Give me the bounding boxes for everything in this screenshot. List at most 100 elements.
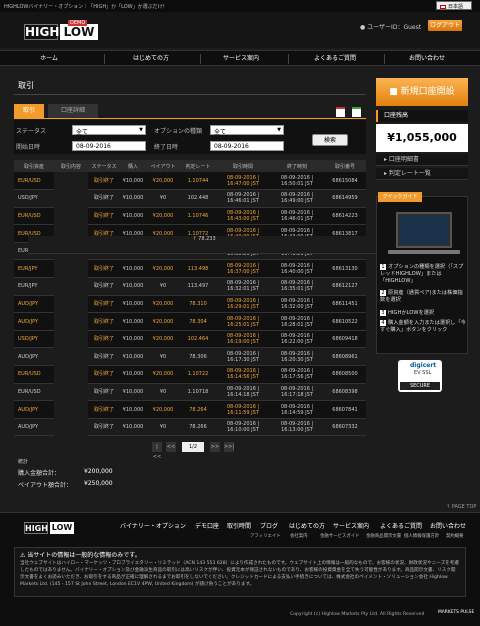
table-row[interactable]: AUD/JPY↑ 78.264取引終了¥10,000¥20,00078.2640… <box>14 236 380 419</box>
footer-logo[interactable]: HIGH LOW <box>24 522 74 536</box>
table-cell-trade-id: 68612127 <box>324 277 366 296</box>
option-type-select[interactable]: 全て ▼ <box>210 125 284 136</box>
footer-sublink-contract[interactable]: 契約概要 <box>446 533 464 539</box>
footer-link-binary[interactable]: バイナリー・オプション <box>120 521 186 530</box>
nav-contact[interactable]: お問い合わせ <box>386 51 468 67</box>
digicert-label: digicert <box>410 362 437 369</box>
col-trade-id[interactable]: 取引番号 <box>324 160 366 172</box>
tab-account-details[interactable]: 口座詳細 <box>48 104 98 118</box>
start-date-input[interactable]: 08-09-2016 <box>72 141 146 151</box>
nav-home[interactable]: ホーム <box>12 51 86 67</box>
table-row[interactable]: AUD/JPY ↑ 78.233 取引終了 ¥10,000 ¥0 78.266 08-09-… <box>14 236 380 437</box>
footer-sublink-fsg[interactable]: 金融サービスガイド <box>320 533 360 539</box>
table-cell-end-time: 08-09-2016 | 16:20:30 JST <box>270 347 324 367</box>
col-status[interactable]: ステータス <box>88 160 120 172</box>
table-row[interactable]: EUR/JPY↑ 113.488取引終了¥10,000¥0113.49708-0… <box>14 236 380 296</box>
col-payout[interactable]: ペイアウト <box>146 160 180 172</box>
table-cell-payout: ¥0 <box>146 347 180 367</box>
prev-page-button[interactable]: << <box>166 442 176 452</box>
table-cell-buy: ¥10,000 <box>120 172 146 191</box>
table-row[interactable]: EUR/USD↑ 1.10781取引終了¥10,000¥20,0001.1074… <box>14 207 380 254</box>
footer-sublink-company[interactable]: 会社案内 <box>290 533 308 539</box>
account-balance: ¥1,055,000 <box>376 124 468 152</box>
tab-trades[interactable]: 取引 <box>14 104 44 118</box>
end-date-input[interactable]: 08-09-2016 <box>210 141 284 151</box>
datetime-text: 08-09-2016 | 16:32:01 JST <box>226 280 260 293</box>
footer-link-beginners[interactable]: はじめての方 <box>289 521 325 530</box>
language-select[interactable]: 日本語 <box>436 1 472 10</box>
table-row[interactable]: AUD/JPY↑ 78.327取引終了¥10,000¥20,00078.3100… <box>14 236 380 314</box>
table-row[interactable]: EUR/JPY↑ 113.507取引終了¥10,000¥20,000113.49… <box>14 236 380 279</box>
footer-link-services[interactable]: サービス案内 <box>333 521 369 530</box>
col-content[interactable]: 取引内容 <box>54 160 88 172</box>
table-cell-status: 取引終了 <box>88 295 120 314</box>
table-row[interactable]: EUR/USD↑ 1.10719取引終了¥10,000¥20,0001.1072… <box>14 236 380 384</box>
table-cell-end-time: 08-09-2016 | 16:49:00 JST <box>270 189 324 208</box>
datetime-text: 08-09-2016 | 16:14:59 JST <box>280 403 314 416</box>
table-cell-buy: ¥10,000 <box>120 400 146 419</box>
table-row[interactable]: USD/JPY↑ 102.452取引終了¥10,000¥0102.44808-0… <box>14 189 380 254</box>
first-page-button[interactable]: |<< <box>152 442 162 460</box>
footer-link-contact[interactable]: お問い合わせ <box>430 521 466 530</box>
footer-link-faq[interactable]: よくあるご質問 <box>380 521 422 530</box>
footer-sublink-pds[interactable]: 金融商品開示文書 <box>366 533 401 539</box>
last-page-button[interactable]: >>| <box>224 442 234 452</box>
page-top-label: PAGE TOP <box>451 504 477 510</box>
table-header-row: 取引資産 取引内容 ステータス 購入 ペイアウト 判定レート 取引時間 終了時刻… <box>14 160 366 172</box>
col-judge-rate[interactable]: 判定レート <box>180 160 216 172</box>
new-account-button[interactable]: ■ 新規口座開設 <box>376 78 468 106</box>
link-statement-label: 口座明細書 <box>388 156 419 163</box>
footer-sublink-privacy[interactable]: 個人情報保護方針 <box>404 533 439 539</box>
table-cell-judge-rate: 113.498 <box>180 259 216 279</box>
table-cell-trade-time: 08-09-2016 | 16:32:01 JST <box>216 277 270 296</box>
table-cell-judge-rate: 113.497 <box>180 277 216 296</box>
nav-faq[interactable]: よくあるご質問 <box>294 51 376 67</box>
logout-button[interactable]: ログアウト <box>428 20 462 31</box>
table-cell-asset: EUR/USD <box>14 365 54 384</box>
nav-services[interactable]: サービス案内 <box>204 51 278 67</box>
next-page-button[interactable]: >> <box>210 442 220 452</box>
table-cell-end-time: 08-09-2016 | 16:50:01 JST <box>270 172 324 191</box>
footer-link-demo[interactable]: デモ口座 <box>195 521 219 530</box>
table-row[interactable]: USD/JPY↑ 102.475取引終了¥10,000¥20,000102.46… <box>14 236 380 349</box>
footer-sublink-affiliate[interactable]: アフィリエイト <box>250 533 281 539</box>
link-rate-list[interactable]: ▸ 判定レート一覧 <box>376 168 468 180</box>
col-buy[interactable]: 購入 <box>120 160 146 172</box>
table-row[interactable]: AUD/JPY↑ 78.283取引終了¥10,000¥078.30608-09-… <box>14 236 380 367</box>
table-cell-payout: ¥20,000 <box>146 259 180 279</box>
header: HIGH LOW DEMO ● ユーザーID：Guest ログアウト <box>0 12 480 48</box>
page-top-link[interactable]: ↑ PAGE TOP <box>446 504 476 510</box>
col-trade-time[interactable]: 取引時間 <box>216 160 270 172</box>
ev-ssl-label: EV SSL <box>414 370 432 376</box>
table-cell-trade-time: 08-09-2016 | 16:43:00 JST <box>216 207 270 226</box>
step-number: 2 <box>380 290 386 296</box>
nav-beginners[interactable]: はじめての方 <box>114 51 188 67</box>
col-asset[interactable]: 取引資産 <box>14 160 54 172</box>
table-cell-status: 取引終了 <box>88 189 120 208</box>
table-row[interactable]: EUR/USD↑ 1.10735取引終了¥10,000¥01.1071808-0… <box>14 236 380 402</box>
digicert-seal[interactable]: digicert EV SSL SECURE <box>398 360 442 392</box>
table-cell-end-time: 08-09-2016 | 16:22:00 JST <box>270 330 324 349</box>
pdf-icon[interactable] <box>336 107 345 117</box>
footer-link-hours[interactable]: 取引時間 <box>227 521 251 530</box>
search-button[interactable]: 検索 <box>312 134 348 146</box>
table-cell-payout: ¥0 <box>146 189 180 208</box>
nav-divider <box>288 54 289 64</box>
arrow-up-icon: ↑ <box>192 236 197 242</box>
status-select[interactable]: 全て ▼ <box>72 125 146 136</box>
table-cell-payout: ¥0 <box>146 418 180 437</box>
col-end-time[interactable]: 終了時刻 <box>270 160 324 172</box>
excel-icon[interactable] <box>352 107 361 117</box>
current-page: 1/2 <box>182 442 204 452</box>
link-statement[interactable]: ▸ 口座明細書 <box>376 154 468 166</box>
footer-link-blog[interactable]: ブログ <box>260 521 278 530</box>
table-cell-trade-id: 68613130 <box>324 259 366 279</box>
table-cell-trade-time: 08-09-2016 | 16:14:18 JST <box>216 383 270 402</box>
highlow-logo[interactable]: HIGH LOW DEMO <box>24 20 98 42</box>
table-cell-end-time: 08-09-2016 | 16:40:00 JST <box>270 259 324 279</box>
table-cell-buy: ¥10,000 <box>120 295 146 314</box>
table-row[interactable]: EUR/USD↑ 1.10741取引終了¥10,000¥20,0001.1074… <box>14 172 380 254</box>
table-row[interactable]: AUD/JPY↑ 78.318取引終了¥10,000¥20,00078.3040… <box>14 236 380 331</box>
table-cell-buy: ¥10,000 <box>120 312 146 331</box>
table-cell-asset: EUR/JPY <box>14 277 54 296</box>
